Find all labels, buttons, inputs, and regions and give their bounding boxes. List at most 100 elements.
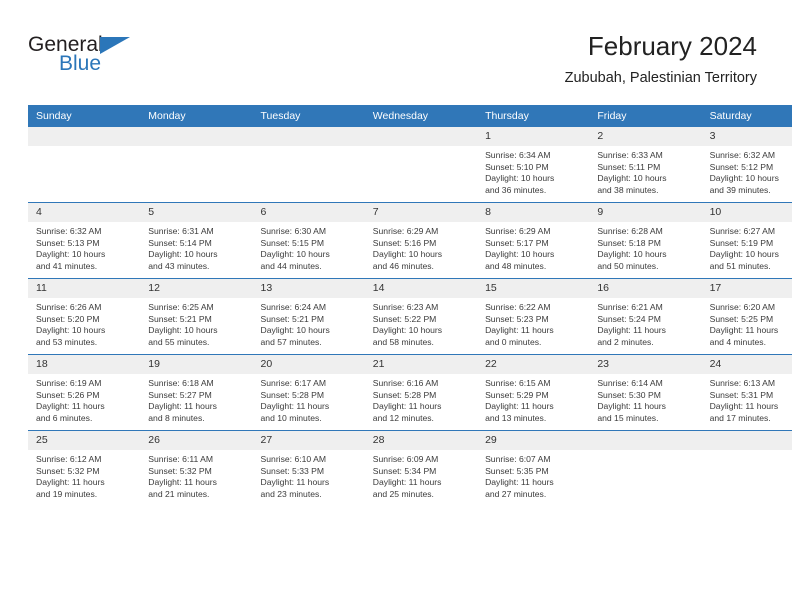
calendar-day-cell[interactable]: 11 Sunrise: 6:26 AM Sunset: 5:20 PM Dayligh…	[28, 278, 141, 355]
calendar-day-cell[interactable]: 5 Sunrise: 6:31 AM Sunset: 5:14 PM Daylight…	[140, 202, 253, 279]
day-sun-info: Sunrise: 6:25 AM Sunset: 5:21 PM Daylight:…	[140, 298, 252, 348]
sunset-text: Sunset: 5:11 PM	[597, 161, 661, 172]
day-number	[364, 127, 478, 146]
calendar-day-cell[interactable]: 10 Sunrise: 6:27 AM Sunset: 5:19 PM Dayligh…	[701, 202, 792, 279]
daylight-text-line1: Daylight: 10 hours	[597, 173, 667, 184]
day-number: 5	[140, 203, 253, 222]
sunrise-text: Sunrise: 6:32 AM	[36, 226, 102, 236]
daylight-text-line2: and 15 minutes.	[597, 412, 659, 423]
weekday-header-monday: Monday	[140, 105, 253, 127]
daylight-text-line2: and 13 minutes.	[485, 412, 547, 423]
daylight-text-line2: and 38 minutes.	[597, 184, 659, 195]
calendar-day-cell[interactable]: 26 Sunrise: 6:11 AM Sunset: 5:32 PM Dayligh…	[140, 430, 253, 506]
calendar-grid: Sunday Monday Tuesday Wednesday Thursday Frid…	[28, 105, 792, 506]
sunset-text: Sunset: 5:16 PM	[372, 237, 437, 248]
calendar-header-row: Sunday Monday Tuesday Wednesday Thursday Frid…	[28, 105, 792, 127]
day-number: 11	[28, 279, 141, 298]
daylight-text-line2: and 44 minutes.	[260, 260, 322, 271]
calendar-day-cell-empty	[589, 430, 702, 506]
sunrise-text: Sunrise: 6:11 AM	[148, 454, 214, 464]
daylight-text-line2: and 55 minutes.	[148, 336, 210, 347]
calendar-day-cell[interactable]: 3 Sunrise: 6:32 AM Sunset: 5:12 PM Daylight…	[701, 127, 792, 203]
calendar-day-cell[interactable]: 28 Sunrise: 6:09 AM Sunset: 5:34 PM Dayligh…	[364, 430, 478, 506]
page-header: General Blue February 2024 Zububah, Pale…	[28, 30, 757, 100]
sunrise-text: Sunrise: 6:32 AM	[709, 150, 776, 160]
day-number: 1	[477, 127, 590, 146]
day-sun-info: Sunrise: 6:29 AM Sunset: 5:17 PM Daylight:…	[477, 222, 589, 272]
calendar-day-cell[interactable]: 24 Sunrise: 6:13 AM Sunset: 5:31 PM Dayligh…	[701, 354, 792, 431]
daylight-text-line2: and 57 minutes.	[260, 336, 322, 347]
daylight-text-line2: and 10 minutes.	[260, 412, 322, 423]
sunset-text: Sunset: 5:15 PM	[260, 237, 325, 248]
calendar-day-cell[interactable]: 18 Sunrise: 6:19 AM Sunset: 5:26 PM Dayligh…	[28, 354, 141, 431]
calendar-day-cell[interactable]: 4 Sunrise: 6:32 AM Sunset: 5:13 PM Daylight…	[28, 202, 141, 279]
day-number	[252, 127, 365, 146]
day-number: 29	[477, 431, 590, 450]
calendar-day-cell[interactable]: 6 Sunrise: 6:30 AM Sunset: 5:15 PM Daylight…	[252, 202, 365, 279]
calendar-day-cell[interactable]: 2 Sunrise: 6:33 AM Sunset: 5:11 PM Daylight…	[589, 127, 702, 203]
weekday-header-wednesday: Wednesday	[364, 105, 478, 127]
daylight-text-line2: and 2 minutes.	[597, 336, 654, 347]
weekday-header-tuesday: Tuesday	[252, 105, 365, 127]
calendar-day-cell[interactable]: 13 Sunrise: 6:24 AM Sunset: 5:21 PM Dayligh…	[252, 278, 365, 355]
day-sun-info: Sunrise: 6:34 AM Sunset: 5:10 PM Daylight:…	[477, 146, 589, 196]
sunrise-text: Sunrise: 6:09 AM	[372, 454, 439, 464]
sunrise-text: Sunrise: 6:16 AM	[372, 378, 439, 388]
day-sun-info: Sunrise: 6:32 AM Sunset: 5:13 PM Daylight:…	[28, 222, 140, 272]
calendar-day-cell[interactable]: 8 Sunrise: 6:29 AM Sunset: 5:17 PM Daylight…	[477, 202, 590, 279]
day-sun-info: Sunrise: 6:11 AM Sunset: 5:32 PM Daylight:…	[140, 450, 252, 500]
calendar-day-cell[interactable]: 14 Sunrise: 6:23 AM Sunset: 5:22 PM Dayligh…	[364, 278, 478, 355]
daylight-text-line1: Daylight: 10 hours	[485, 173, 555, 184]
calendar-day-cell[interactable]: 7 Sunrise: 6:29 AM Sunset: 5:16 PM Daylight…	[364, 202, 478, 279]
calendar-day-cell[interactable]: 22 Sunrise: 6:15 AM Sunset: 5:29 PM Dayligh…	[477, 354, 590, 431]
calendar-day-cell[interactable]: 20 Sunrise: 6:17 AM Sunset: 5:28 PM Dayligh…	[252, 354, 365, 431]
page-subtitle: Zububah, Palestinian Territory	[564, 70, 757, 86]
day-number: 22	[477, 355, 590, 374]
calendar-day-cell[interactable]: 21 Sunrise: 6:16 AM Sunset: 5:28 PM Dayligh…	[364, 354, 478, 431]
sunset-text: Sunset: 5:32 PM	[148, 465, 212, 476]
day-number: 10	[701, 203, 792, 222]
day-sun-info: Sunrise: 6:16 AM Sunset: 5:28 PM Daylight:…	[365, 374, 477, 424]
calendar-day-cell[interactable]: 15 Sunrise: 6:22 AM Sunset: 5:23 PM Dayligh…	[477, 278, 590, 355]
sunrise-text: Sunrise: 6:14 AM	[597, 378, 663, 388]
sunset-text: Sunset: 5:30 PM	[597, 389, 661, 400]
sunrise-text: Sunrise: 6:21 AM	[597, 302, 663, 312]
daylight-text-line1: Daylight: 11 hours	[260, 401, 330, 412]
calendar-week-row: 18 Sunrise: 6:19 AM Sunset: 5:26 PM Dayligh…	[28, 354, 792, 431]
daylight-text-line1: Daylight: 10 hours	[36, 325, 106, 336]
sunset-text: Sunset: 5:20 PM	[36, 313, 100, 324]
calendar-day-cell[interactable]: 12 Sunrise: 6:25 AM Sunset: 5:21 PM Dayligh…	[140, 278, 253, 355]
daylight-text-line1: Daylight: 11 hours	[597, 401, 666, 412]
calendar-day-cell[interactable]: 9 Sunrise: 6:28 AM Sunset: 5:18 PM Daylight…	[589, 202, 702, 279]
calendar-day-cell[interactable]: 19 Sunrise: 6:18 AM Sunset: 5:27 PM Dayligh…	[140, 354, 253, 431]
day-sun-info: Sunrise: 6:07 AM Sunset: 5:35 PM Daylight:…	[477, 450, 589, 500]
day-sun-info: Sunrise: 6:19 AM Sunset: 5:26 PM Daylight:…	[28, 374, 140, 424]
sunrise-text: Sunrise: 6:10 AM	[260, 454, 326, 464]
day-sun-info: Sunrise: 6:23 AM Sunset: 5:22 PM Daylight:…	[365, 298, 477, 348]
day-number: 8	[477, 203, 590, 222]
daylight-text-line2: and 50 minutes.	[597, 260, 659, 271]
day-number: 20	[252, 355, 365, 374]
calendar-day-cell[interactable]: 27 Sunrise: 6:10 AM Sunset: 5:33 PM Dayligh…	[252, 430, 365, 506]
sunset-text: Sunset: 5:26 PM	[36, 389, 100, 400]
sunset-text: Sunset: 5:21 PM	[148, 313, 212, 324]
calendar-table: Sunday Monday Tuesday Wednesday Thursday Frid…	[28, 105, 792, 506]
daylight-text-line1: Daylight: 11 hours	[148, 401, 217, 412]
daylight-text-line2: and 19 minutes.	[36, 488, 98, 499]
day-sun-info: Sunrise: 6:22 AM Sunset: 5:23 PM Daylight:…	[477, 298, 589, 348]
calendar-day-cell[interactable]: 16 Sunrise: 6:21 AM Sunset: 5:24 PM Dayligh…	[589, 278, 702, 355]
sunset-text: Sunset: 5:28 PM	[260, 389, 325, 400]
sunrise-text: Sunrise: 6:17 AM	[260, 378, 326, 388]
title-block: February 2024 Zububah, Palestinian Terri…	[565, 30, 757, 88]
calendar-day-cell[interactable]: 25 Sunrise: 6:12 AM Sunset: 5:32 PM Dayligh…	[28, 430, 141, 506]
general-blue-logo[interactable]: General Blue	[28, 34, 168, 86]
calendar-day-cell[interactable]: 17 Sunrise: 6:20 AM Sunset: 5:25 PM Dayligh…	[701, 278, 792, 355]
day-sun-info: Sunrise: 6:32 AM Sunset: 5:12 PM Daylight:…	[702, 146, 792, 196]
daylight-text-line2: and 58 minutes.	[372, 336, 434, 347]
calendar-day-cell[interactable]: 1 Sunrise: 6:34 AM Sunset: 5:10 PM Daylight…	[477, 127, 590, 203]
sunrise-text: Sunrise: 6:25 AM	[148, 302, 214, 312]
calendar-day-cell[interactable]: 23 Sunrise: 6:14 AM Sunset: 5:30 PM Dayligh…	[589, 354, 702, 431]
daylight-text-line1: Daylight: 10 hours	[372, 249, 443, 260]
day-sun-info: Sunrise: 6:09 AM Sunset: 5:34 PM Daylight:…	[365, 450, 477, 500]
calendar-day-cell[interactable]: 29 Sunrise: 6:07 AM Sunset: 5:35 PM Dayligh…	[477, 430, 590, 506]
